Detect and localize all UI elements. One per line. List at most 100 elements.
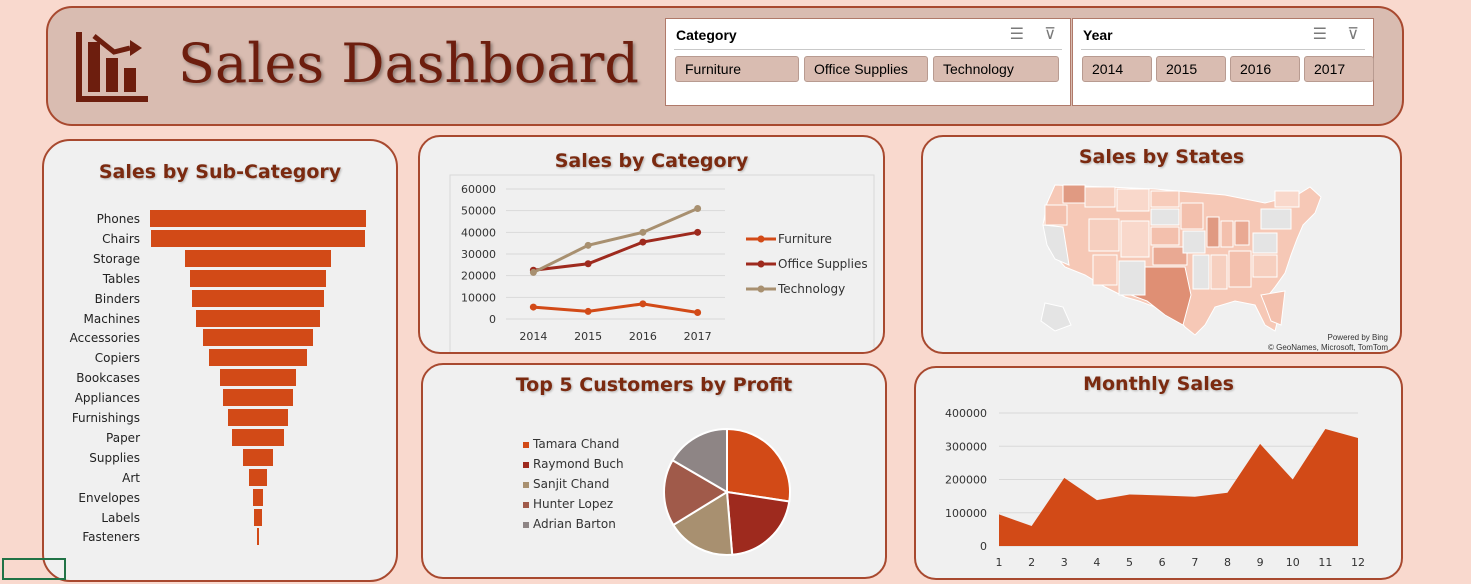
bar <box>242 448 274 466</box>
category-slicer: Category ☰ ⊽ Furniture Office Supplies T… <box>665 18 1071 106</box>
states-panel: Sales by States Powered by Bing © GeoNam <box>921 135 1402 354</box>
category-label: Chairs <box>102 231 140 246</box>
slicer-title: Category <box>676 27 737 43</box>
y-tick-label: 0 <box>980 540 987 553</box>
x-tick-label: 7 <box>1191 556 1198 569</box>
legend-label: Office Supplies <box>778 257 868 271</box>
divider <box>674 49 1062 50</box>
category-label: Machines <box>83 311 140 326</box>
bar <box>184 249 332 267</box>
data-point <box>694 309 702 316</box>
data-point <box>694 205 702 212</box>
slicer-item-2015[interactable]: 2015 <box>1156 56 1226 82</box>
category-label: Envelopes <box>78 490 140 505</box>
customers-pie-chart <box>663 427 791 556</box>
bar <box>227 409 289 426</box>
bar <box>257 528 259 546</box>
y-tick-label: 50000 <box>461 205 496 218</box>
data-point <box>529 268 537 276</box>
category-label: Storage <box>93 251 140 266</box>
legend-marker <box>757 260 765 268</box>
category-label: Art <box>122 470 140 485</box>
clear-filter-icon[interactable]: ⊽ <box>1044 24 1056 44</box>
slicer-item-2014[interactable]: 2014 <box>1082 56 1152 82</box>
category-label: Accessories <box>69 331 140 346</box>
y-tick-label: 40000 <box>461 226 496 239</box>
bar <box>252 488 264 506</box>
pie-slice <box>725 490 791 556</box>
y-tick-label: 20000 <box>461 270 496 283</box>
year-slicer: Year ☰ ⊽ 2014 2015 2016 2017 <box>1072 18 1374 106</box>
category-label: Copiers <box>94 351 140 366</box>
bar <box>190 269 326 287</box>
y-tick-label: 200000 <box>945 474 987 487</box>
category-label: Phones <box>96 212 140 226</box>
clear-filter-icon[interactable]: ⊽ <box>1347 24 1359 44</box>
bar <box>150 210 366 227</box>
data-point <box>639 238 647 246</box>
selected-cell[interactable] <box>2 558 66 580</box>
category-label: Supplies <box>89 450 140 465</box>
bar <box>208 349 308 367</box>
x-tick-label: 11 <box>1318 556 1332 569</box>
data-point <box>584 260 592 268</box>
x-tick-label: 8 <box>1224 556 1231 569</box>
data-point <box>584 307 592 315</box>
bar-chart-logo-icon <box>72 28 154 108</box>
category-label: Labels <box>101 510 140 525</box>
divider <box>1081 49 1365 50</box>
us-states-map[interactable] <box>1035 175 1335 340</box>
category-line-chart: 0 10000 20000 30000 40000 50000 60000 2014 2015 2… <box>449 174 875 352</box>
slicer-item-2016[interactable]: 2016 <box>1230 56 1300 82</box>
x-tick-label: 2015 <box>574 330 602 343</box>
bar <box>232 428 284 446</box>
legend-marker <box>757 285 765 293</box>
data-point <box>639 300 647 308</box>
bar <box>222 389 294 407</box>
slicer-item-technology[interactable]: Technology <box>933 56 1059 82</box>
y-tick-label: 0 <box>489 313 496 326</box>
multi-select-icon[interactable]: ☰ <box>1010 24 1024 44</box>
monthly-panel: Monthly Sales 0 100000 200000 300000 400000 1… <box>914 366 1403 580</box>
x-tick-label: 2014 <box>519 330 547 343</box>
multi-select-icon[interactable]: ☰ <box>1313 24 1327 44</box>
bar <box>254 508 262 526</box>
bar <box>191 289 325 307</box>
slicer-item-furniture[interactable]: Furniture <box>675 56 799 82</box>
slicer-item-2017[interactable]: 2017 <box>1304 56 1374 82</box>
category-label: Bookcases <box>76 371 140 386</box>
bar <box>196 309 320 327</box>
page-title: Sales Dashboard <box>178 32 639 95</box>
customers-panel: Top 5 Customers by Profit Tamara Chand R… <box>421 363 887 579</box>
data-point <box>529 303 537 311</box>
x-tick-label: 1 <box>996 556 1003 569</box>
slicer-item-office-supplies[interactable]: Office Supplies <box>804 56 928 82</box>
data-point <box>639 228 647 236</box>
map-attribution: Powered by Bing <box>1327 333 1388 342</box>
category-label: Tables <box>102 271 140 286</box>
x-tick-label: 10 <box>1286 556 1300 569</box>
slicer-title: Year <box>1083 27 1113 43</box>
legend-label: Technology <box>777 282 845 296</box>
category-label: Binders <box>94 291 140 306</box>
y-tick-label: 100000 <box>945 507 987 520</box>
category-label: Appliances <box>74 391 140 406</box>
bar <box>249 468 267 486</box>
category-label: Fasteners <box>82 530 140 545</box>
y-tick-label: 30000 <box>461 248 496 261</box>
x-tick-label: 2016 <box>629 330 657 343</box>
monthly-area-chart: 01000002000003000004000001 2 3 4 5 6 7 8 9 10 11 12 <box>945 407 1365 569</box>
x-tick-label: 12 <box>1351 556 1365 569</box>
y-tick-label: 400000 <box>945 407 987 420</box>
bar <box>203 329 313 347</box>
subcategory-panel: Sales by Sub-Category Phones Chairs Storag… <box>42 139 398 582</box>
y-tick-label: 60000 <box>461 183 496 196</box>
x-tick-label: 3 <box>1061 556 1068 569</box>
category-label: Furnishings <box>71 411 140 425</box>
data-point <box>584 241 592 249</box>
pie-slice <box>726 427 791 503</box>
y-tick-label: 10000 <box>461 291 496 304</box>
legend-marker <box>757 235 765 243</box>
bar <box>150 229 366 247</box>
x-tick-label: 9 <box>1257 556 1264 569</box>
